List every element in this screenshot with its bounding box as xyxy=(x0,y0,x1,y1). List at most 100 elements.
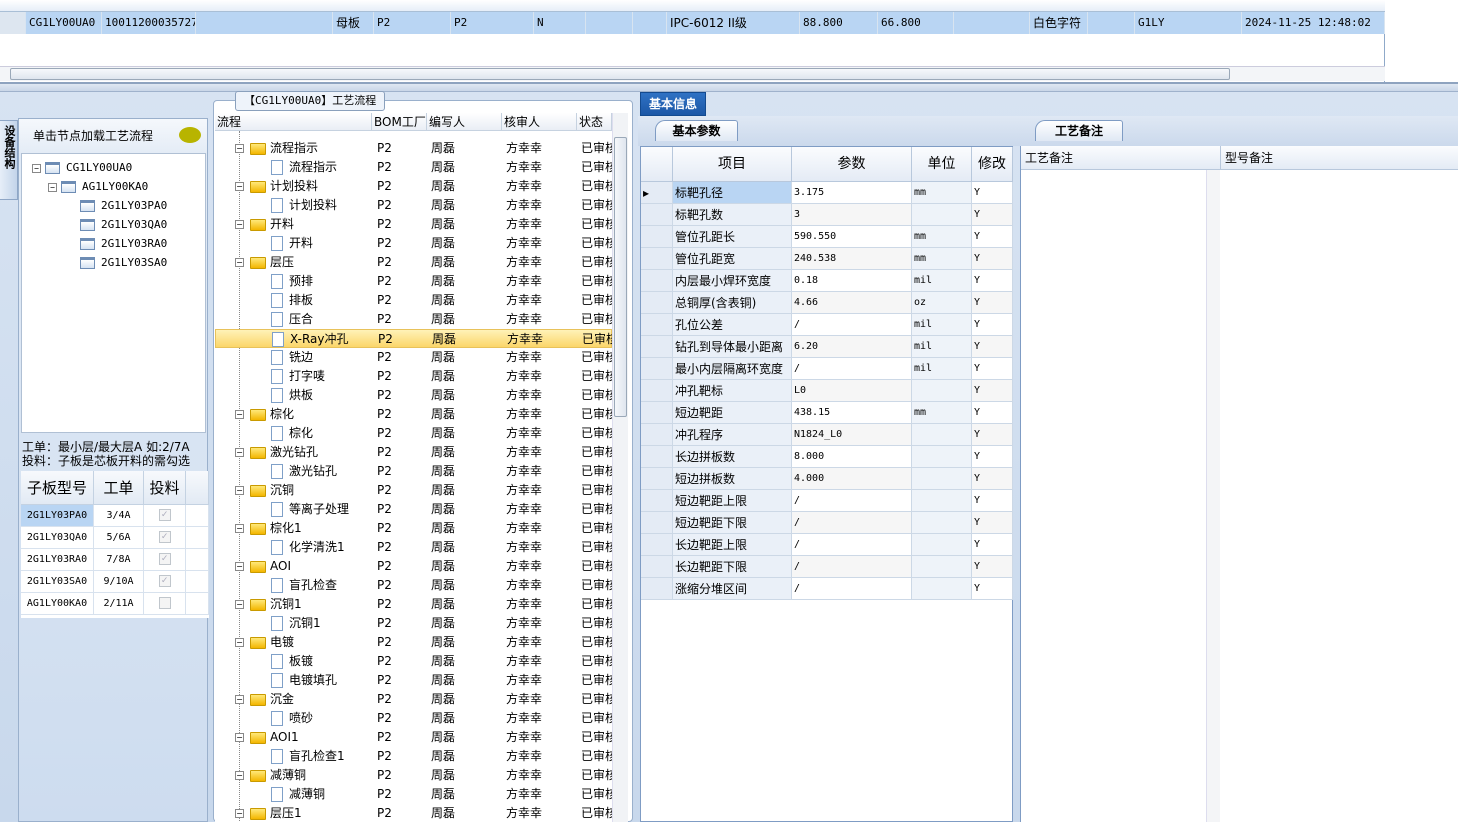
horizontal-scrollbar[interactable] xyxy=(0,66,1385,81)
param-row[interactable]: 钻孔到导体最小距离 6.20 mil Y xyxy=(641,336,1013,358)
tab-device-structure[interactable]: 设备结构 xyxy=(0,120,18,200)
order-cell[interactable]: 7/8A xyxy=(94,549,144,571)
row-header[interactable] xyxy=(641,424,673,446)
row-header[interactable] xyxy=(641,226,673,248)
flow-row[interactable]: 喷砂 P2 周磊 方幸幸 已审核 xyxy=(215,709,612,728)
row-header[interactable] xyxy=(641,490,673,512)
scrollbar-thumb[interactable] xyxy=(614,137,627,417)
flow-row[interactable]: − 层压1 P2 周磊 方幸幸 已审核 xyxy=(215,804,612,822)
row-header[interactable] xyxy=(641,578,673,600)
column-header[interactable]: 编写人 xyxy=(427,113,502,131)
column-header[interactable]: 核审人 xyxy=(502,113,577,131)
flow-row[interactable]: 化学清洗1 P2 周磊 方幸幸 已审核 xyxy=(215,538,612,557)
flow-row[interactable]: 电镀填孔 P2 周磊 方幸幸 已审核 xyxy=(215,671,612,690)
collapse-icon[interactable]: − xyxy=(235,600,244,609)
row-header[interactable] xyxy=(641,358,673,380)
param-row[interactable]: 最小内层隔离环宽度 / mil Y xyxy=(641,358,1013,380)
param-row[interactable]: 总铜厚(含表铜) 4.66 oz Y xyxy=(641,292,1013,314)
value-cell[interactable]: 8.000 xyxy=(792,446,912,468)
flow-row[interactable]: − AOI P2 周磊 方幸幸 已审核 xyxy=(215,557,612,576)
model-cell[interactable]: AG1LY00KA0 xyxy=(21,593,94,615)
model-cell[interactable]: 2G1LY03QA0 xyxy=(21,527,94,549)
flow-row[interactable]: − 沉铜 P2 周磊 方幸幸 已审核 xyxy=(215,481,612,500)
param-row[interactable]: 短边靶距 438.15 mm Y xyxy=(641,402,1013,424)
collapse-icon[interactable]: − xyxy=(235,733,244,742)
model-cell[interactable]: 2G1LY03RA0 xyxy=(21,549,94,571)
flow-row[interactable]: 排板 P2 周磊 方幸幸 已审核 xyxy=(215,291,612,310)
main-grid-row-selected[interactable]: CG1LY00UA0 10011200035727 母板 P2 P2 N IPC-6012 … xyxy=(0,12,1385,34)
tree-node[interactable]: 2G1LY03SA0 xyxy=(80,253,167,272)
value-cell[interactable]: 4.000 xyxy=(792,468,912,490)
value-cell[interactable]: 438.15 xyxy=(792,402,912,424)
param-row[interactable]: 短边靶距上限 / Y xyxy=(641,490,1013,512)
value-cell[interactable]: 0.18 xyxy=(792,270,912,292)
param-row[interactable]: 短边靶距下限 / Y xyxy=(641,512,1013,534)
row-header[interactable] xyxy=(641,446,673,468)
row-header[interactable] xyxy=(641,556,673,578)
value-cell[interactable]: / xyxy=(792,578,912,600)
tree-node[interactable]: 2G1LY03PA0 xyxy=(80,196,167,215)
row-header[interactable] xyxy=(641,468,673,490)
feed-checkbox[interactable]: ✓ xyxy=(158,575,171,587)
collapse-icon[interactable]: − xyxy=(235,695,244,704)
tree-node[interactable]: − CG1LY00UA0 xyxy=(32,158,132,177)
row-header[interactable] xyxy=(641,336,673,358)
value-cell[interactable]: / xyxy=(792,556,912,578)
flow-row[interactable]: 板镀 P2 周磊 方幸幸 已审核 xyxy=(215,652,612,671)
flow-row[interactable]: − 计划投料 P2 周磊 方幸幸 已审核 xyxy=(215,177,612,196)
param-row[interactable]: 短边拼板数 4.000 Y xyxy=(641,468,1013,490)
value-cell[interactable]: / xyxy=(792,512,912,534)
flow-scrollbar[interactable] xyxy=(612,113,628,822)
feed-checkbox[interactable]: ✓ xyxy=(158,509,171,521)
flow-row[interactable]: 开料 P2 周磊 方幸幸 已审核 xyxy=(215,234,612,253)
flow-row[interactable]: 流程指示 P2 周磊 方幸幸 已审核 xyxy=(215,158,612,177)
tab-basic-info[interactable]: 基本信息 xyxy=(640,92,706,116)
row-header[interactable] xyxy=(641,314,673,336)
value-cell[interactable]: N1824_L0 xyxy=(792,424,912,446)
param-row[interactable]: 冲孔程序 N1824_L0 Y xyxy=(641,424,1013,446)
model-cell[interactable]: 2G1LY03SA0 xyxy=(21,571,94,593)
collapse-icon[interactable]: − xyxy=(235,771,244,780)
feed-checkbox[interactable] xyxy=(158,597,171,609)
param-row[interactable]: 管位孔距长 590.550 mm Y xyxy=(641,226,1013,248)
column-header[interactable]: 参数 xyxy=(792,147,912,182)
flow-row[interactable]: − 激光钻孔 P2 周磊 方幸幸 已审核 xyxy=(215,443,612,462)
collapse-icon[interactable]: − xyxy=(235,410,244,419)
collapse-icon[interactable]: − xyxy=(235,638,244,647)
row-header[interactable] xyxy=(641,270,673,292)
collapse-icon[interactable]: − xyxy=(235,182,244,191)
param-row[interactable]: 管位孔距宽 240.538 mm Y xyxy=(641,248,1013,270)
param-row[interactable]: 长边拼板数 8.000 Y xyxy=(641,446,1013,468)
column-header[interactable]: 单位 xyxy=(912,147,972,182)
collapse-icon[interactable]: − xyxy=(235,809,244,818)
collapse-icon[interactable]: − xyxy=(235,220,244,229)
param-row[interactable]: 孔位公差 / mil Y xyxy=(641,314,1013,336)
tab-process-notes[interactable]: 工艺备注 xyxy=(1035,120,1123,141)
value-cell[interactable]: 3.175 xyxy=(792,182,912,204)
value-cell[interactable]: 6.20 xyxy=(792,336,912,358)
flow-row[interactable]: − 减薄铜 P2 周磊 方幸幸 已审核 xyxy=(215,766,612,785)
param-row[interactable]: 涨缩分堆区间 / Y xyxy=(641,578,1013,600)
flow-row[interactable]: − 沉金 P2 周磊 方幸幸 已审核 xyxy=(215,690,612,709)
flow-row[interactable]: 预排 P2 周磊 方幸幸 已审核 xyxy=(215,272,612,291)
tab-basic-params[interactable]: 基本参数 xyxy=(655,120,738,141)
collapse-icon[interactable]: − xyxy=(235,562,244,571)
param-row[interactable]: 标靶孔数 3 Y xyxy=(641,204,1013,226)
value-cell[interactable]: / xyxy=(792,314,912,336)
feed-checkbox[interactable]: ✓ xyxy=(158,553,171,565)
scrollbar-thumb[interactable] xyxy=(10,68,1230,80)
param-row[interactable]: 内层最小焊环宽度 0.18 mil Y xyxy=(641,270,1013,292)
flow-row[interactable]: 激光钻孔 P2 周磊 方幸幸 已审核 xyxy=(215,462,612,481)
column-header[interactable]: 项目 xyxy=(673,147,792,182)
param-row[interactable]: 冲孔靶标 L0 Y xyxy=(641,380,1013,402)
param-row[interactable]: 长边靶距上限 / Y xyxy=(641,534,1013,556)
flow-row[interactable]: 打字唛 P2 周磊 方幸幸 已审核 xyxy=(215,367,612,386)
tree-node[interactable]: 2G1LY03RA0 xyxy=(80,234,167,253)
row-header[interactable] xyxy=(641,380,673,402)
model-cell[interactable]: 2G1LY03PA0 xyxy=(21,505,94,527)
row-header[interactable] xyxy=(641,512,673,534)
process-notes-input[interactable] xyxy=(1021,170,1206,822)
collapse-icon[interactable]: − xyxy=(32,163,41,173)
flow-row[interactable]: 计划投料 P2 周磊 方幸幸 已审核 xyxy=(215,196,612,215)
collapse-icon[interactable]: − xyxy=(235,448,244,457)
